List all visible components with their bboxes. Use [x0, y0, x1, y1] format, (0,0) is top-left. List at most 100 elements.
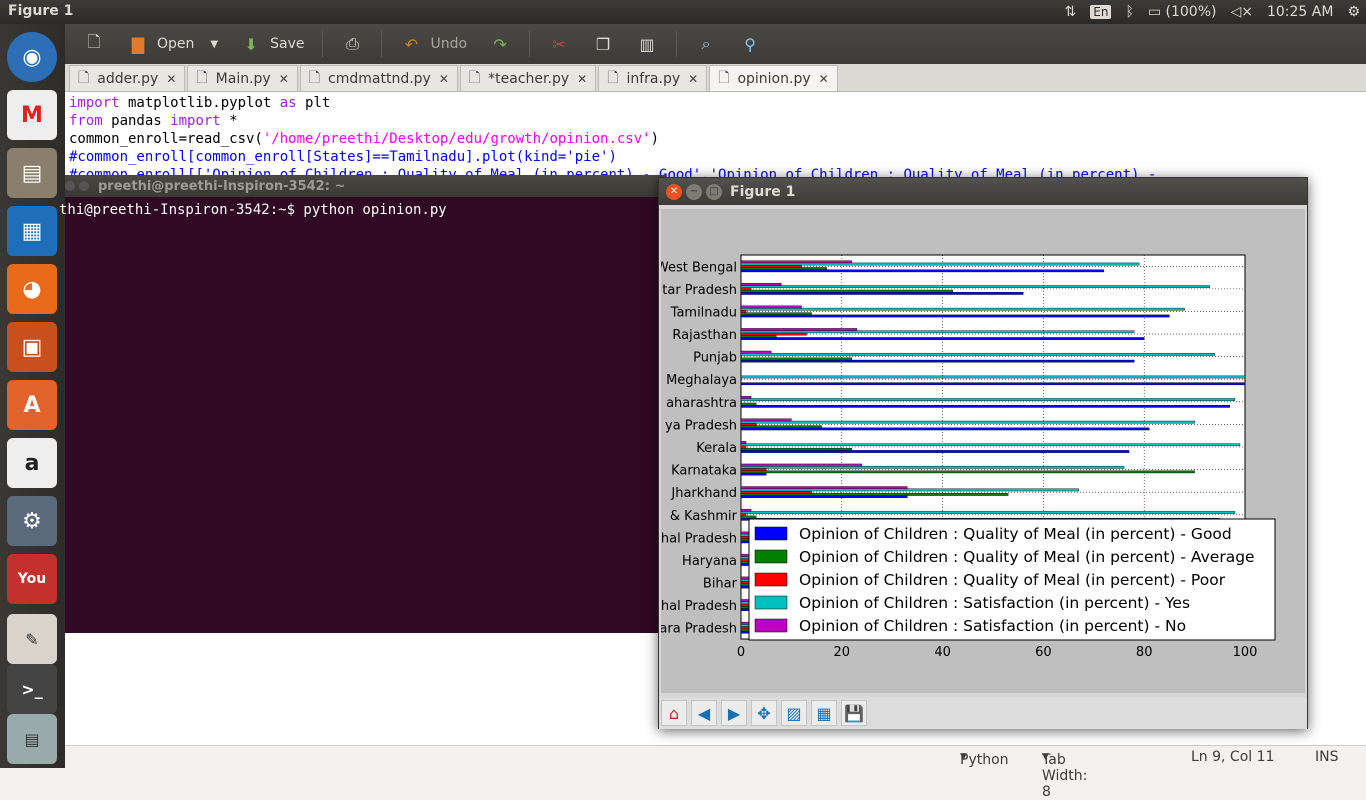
- new-button[interactable]: 🗋: [75, 28, 113, 60]
- bar: [740, 466, 1125, 469]
- editor-tab[interactable]: 🗋 cmdmattnd.py ✕: [299, 65, 458, 91]
- y-tick-label: Jharkhand: [670, 486, 737, 501]
- bar: [740, 382, 1246, 386]
- x-tick-label: 40: [934, 645, 951, 660]
- minimize-icon[interactable]: [79, 181, 89, 191]
- code-line: #common_enroll[common_enroll[States]==Ta…: [69, 148, 1366, 166]
- find-button[interactable]: ⌕: [687, 28, 725, 60]
- y-tick-label: ara Pradesh: [661, 622, 737, 637]
- chevron-down-icon[interactable]: ▼: [210, 39, 218, 50]
- launcher: ◉ M ▤ ▦ ◕ ▣ A a ⚙ You ✎ >_ ▤: [0, 24, 65, 768]
- close-tab-icon[interactable]: ✕: [819, 72, 829, 86]
- paste-button[interactable]: ▥: [628, 28, 666, 60]
- bar: [740, 398, 1236, 401]
- text-editor-icon[interactable]: ✎: [7, 614, 57, 664]
- x-tick-label: 60: [1035, 645, 1052, 660]
- y-tick-label: hal Pradesh: [661, 531, 737, 546]
- bar: [740, 468, 767, 471]
- network-icon[interactable]: ⇅: [1065, 4, 1077, 20]
- bar: [740, 490, 812, 494]
- terminal-window[interactable]: preethi@preethi-Inspiron-3542: ~ thi@pre…: [59, 175, 665, 633]
- bar: [740, 470, 1195, 474]
- redo-button[interactable]: ↷: [481, 28, 519, 60]
- amazon-icon[interactable]: a: [7, 438, 57, 488]
- bar: [740, 264, 802, 268]
- code-token: import: [170, 113, 221, 129]
- home-icon[interactable]: ⌂: [661, 700, 687, 726]
- software-center-icon[interactable]: A: [7, 380, 57, 430]
- tab-label: *teacher.py: [488, 70, 570, 87]
- gear-icon[interactable]: ⚙: [1347, 4, 1360, 20]
- save-button[interactable]: ⬇ Save: [232, 28, 312, 60]
- editor-tab[interactable]: 🗋 opinion.py ✕: [709, 65, 838, 91]
- files-icon[interactable]: ▤: [7, 148, 57, 198]
- subplots-icon[interactable]: ▦: [811, 700, 837, 726]
- code-token: '/home/preethi/Desktop/edu/growth/opinio…: [262, 131, 651, 147]
- figure-window[interactable]: ✕ − □ Figure 1 0 20 40 60 80 100 ara Pradesh ha…: [656, 177, 1308, 729]
- system-tray: ⇅ En ᛒ ▭ (100%) ◁× 10:25 AM ⚙: [1065, 0, 1360, 24]
- legend-swatch: [754, 618, 788, 633]
- writer-icon[interactable]: ▦: [7, 206, 57, 256]
- bar: [740, 405, 1231, 408]
- close-tab-icon[interactable]: ✕: [166, 72, 176, 86]
- undo-button[interactable]: ↶ Undo: [392, 28, 475, 60]
- system-settings-icon[interactable]: ⚙: [7, 496, 57, 546]
- y-tick-label: Rajasthan: [672, 328, 737, 343]
- legend-label: Opinion of Children : Satisfaction (in p…: [799, 594, 1190, 612]
- replace-button[interactable]: ⚲: [731, 28, 769, 60]
- figure-titlebar[interactable]: ✕ − □ Figure 1: [659, 178, 1307, 205]
- firefox-icon[interactable]: ◕: [7, 264, 57, 314]
- cut-button[interactable]: ✂: [540, 28, 578, 60]
- workspaces-icon[interactable]: ▤: [7, 714, 57, 764]
- zoom-icon[interactable]: ▨: [781, 700, 807, 726]
- x-tick-label: 20: [834, 645, 851, 660]
- maximize-icon[interactable]: □: [706, 183, 722, 200]
- plot-canvas[interactable]: 0 20 40 60 80 100 ara Pradesh hal Pradesh Bihar H…: [656, 209, 1305, 693]
- y-tick-label: & Kashmir: [670, 509, 738, 524]
- close-icon[interactable]: [65, 181, 75, 191]
- youtube-icon[interactable]: You: [7, 554, 57, 604]
- pan-icon[interactable]: ✥: [751, 700, 777, 726]
- copy-button[interactable]: ❐: [584, 28, 622, 60]
- close-tab-icon[interactable]: ✕: [577, 72, 587, 86]
- editor-tab[interactable]: 🗋 *teacher.py ✕: [459, 65, 597, 91]
- save-label: Save: [270, 36, 305, 52]
- legend-label: Opinion of Children : Quality of Meal (i…: [799, 571, 1226, 589]
- terminal-titlebar[interactable]: preethi@preethi-Inspiron-3542: ~: [65, 175, 665, 197]
- document-icon: 🗋: [718, 69, 730, 86]
- impress-icon[interactable]: ▣: [7, 322, 57, 372]
- save-figure-icon[interactable]: 💾: [841, 700, 867, 726]
- back-icon[interactable]: ◀: [691, 700, 717, 726]
- battery-indicator[interactable]: ▭ (100%): [1148, 4, 1217, 20]
- close-tab-icon[interactable]: ✕: [439, 72, 449, 86]
- minimize-icon[interactable]: −: [686, 183, 702, 200]
- ubuntu-dash-icon[interactable]: ◉: [7, 32, 57, 82]
- bar: [740, 488, 1079, 492]
- code-token: ): [650, 131, 660, 147]
- terminal-icon[interactable]: >_: [7, 664, 57, 714]
- bluetooth-icon[interactable]: ᛒ: [1125, 4, 1133, 20]
- bar: [740, 292, 1024, 295]
- close-tab-icon[interactable]: ✕: [688, 72, 698, 86]
- print-button[interactable]: ⎙: [333, 28, 371, 60]
- forward-icon[interactable]: ▶: [721, 700, 747, 726]
- code-token: as: [279, 95, 297, 111]
- bar: [740, 445, 747, 449]
- y-tick-label: Karnataka: [671, 464, 737, 479]
- code-token: plt: [296, 95, 331, 111]
- y-tick-label: aharashtra: [666, 396, 737, 411]
- clock[interactable]: 10:25 AM: [1267, 4, 1333, 20]
- editor-tab[interactable]: 🗋 infra.py ✕: [598, 65, 708, 91]
- close-tab-icon[interactable]: ✕: [279, 72, 289, 86]
- keyboard-layout-indicator[interactable]: En: [1090, 5, 1112, 19]
- matplotlib-toolbar: ⌂ ◀ ▶ ✥ ▨ ▦ 💾: [659, 697, 1307, 729]
- code-line: from pandas import *: [69, 112, 1366, 130]
- editor-tab[interactable]: 🗋 Main.py ✕: [187, 65, 298, 91]
- editor-tab[interactable]: 🗋 adder.py ✕: [69, 65, 186, 91]
- close-icon[interactable]: ✕: [666, 183, 682, 200]
- code-token: from: [69, 113, 103, 129]
- gmail-icon[interactable]: M: [7, 90, 57, 140]
- volume-icon[interactable]: ◁×: [1230, 4, 1253, 20]
- open-button[interactable]: ▇ Open ▼: [119, 28, 226, 60]
- bar: [740, 332, 807, 336]
